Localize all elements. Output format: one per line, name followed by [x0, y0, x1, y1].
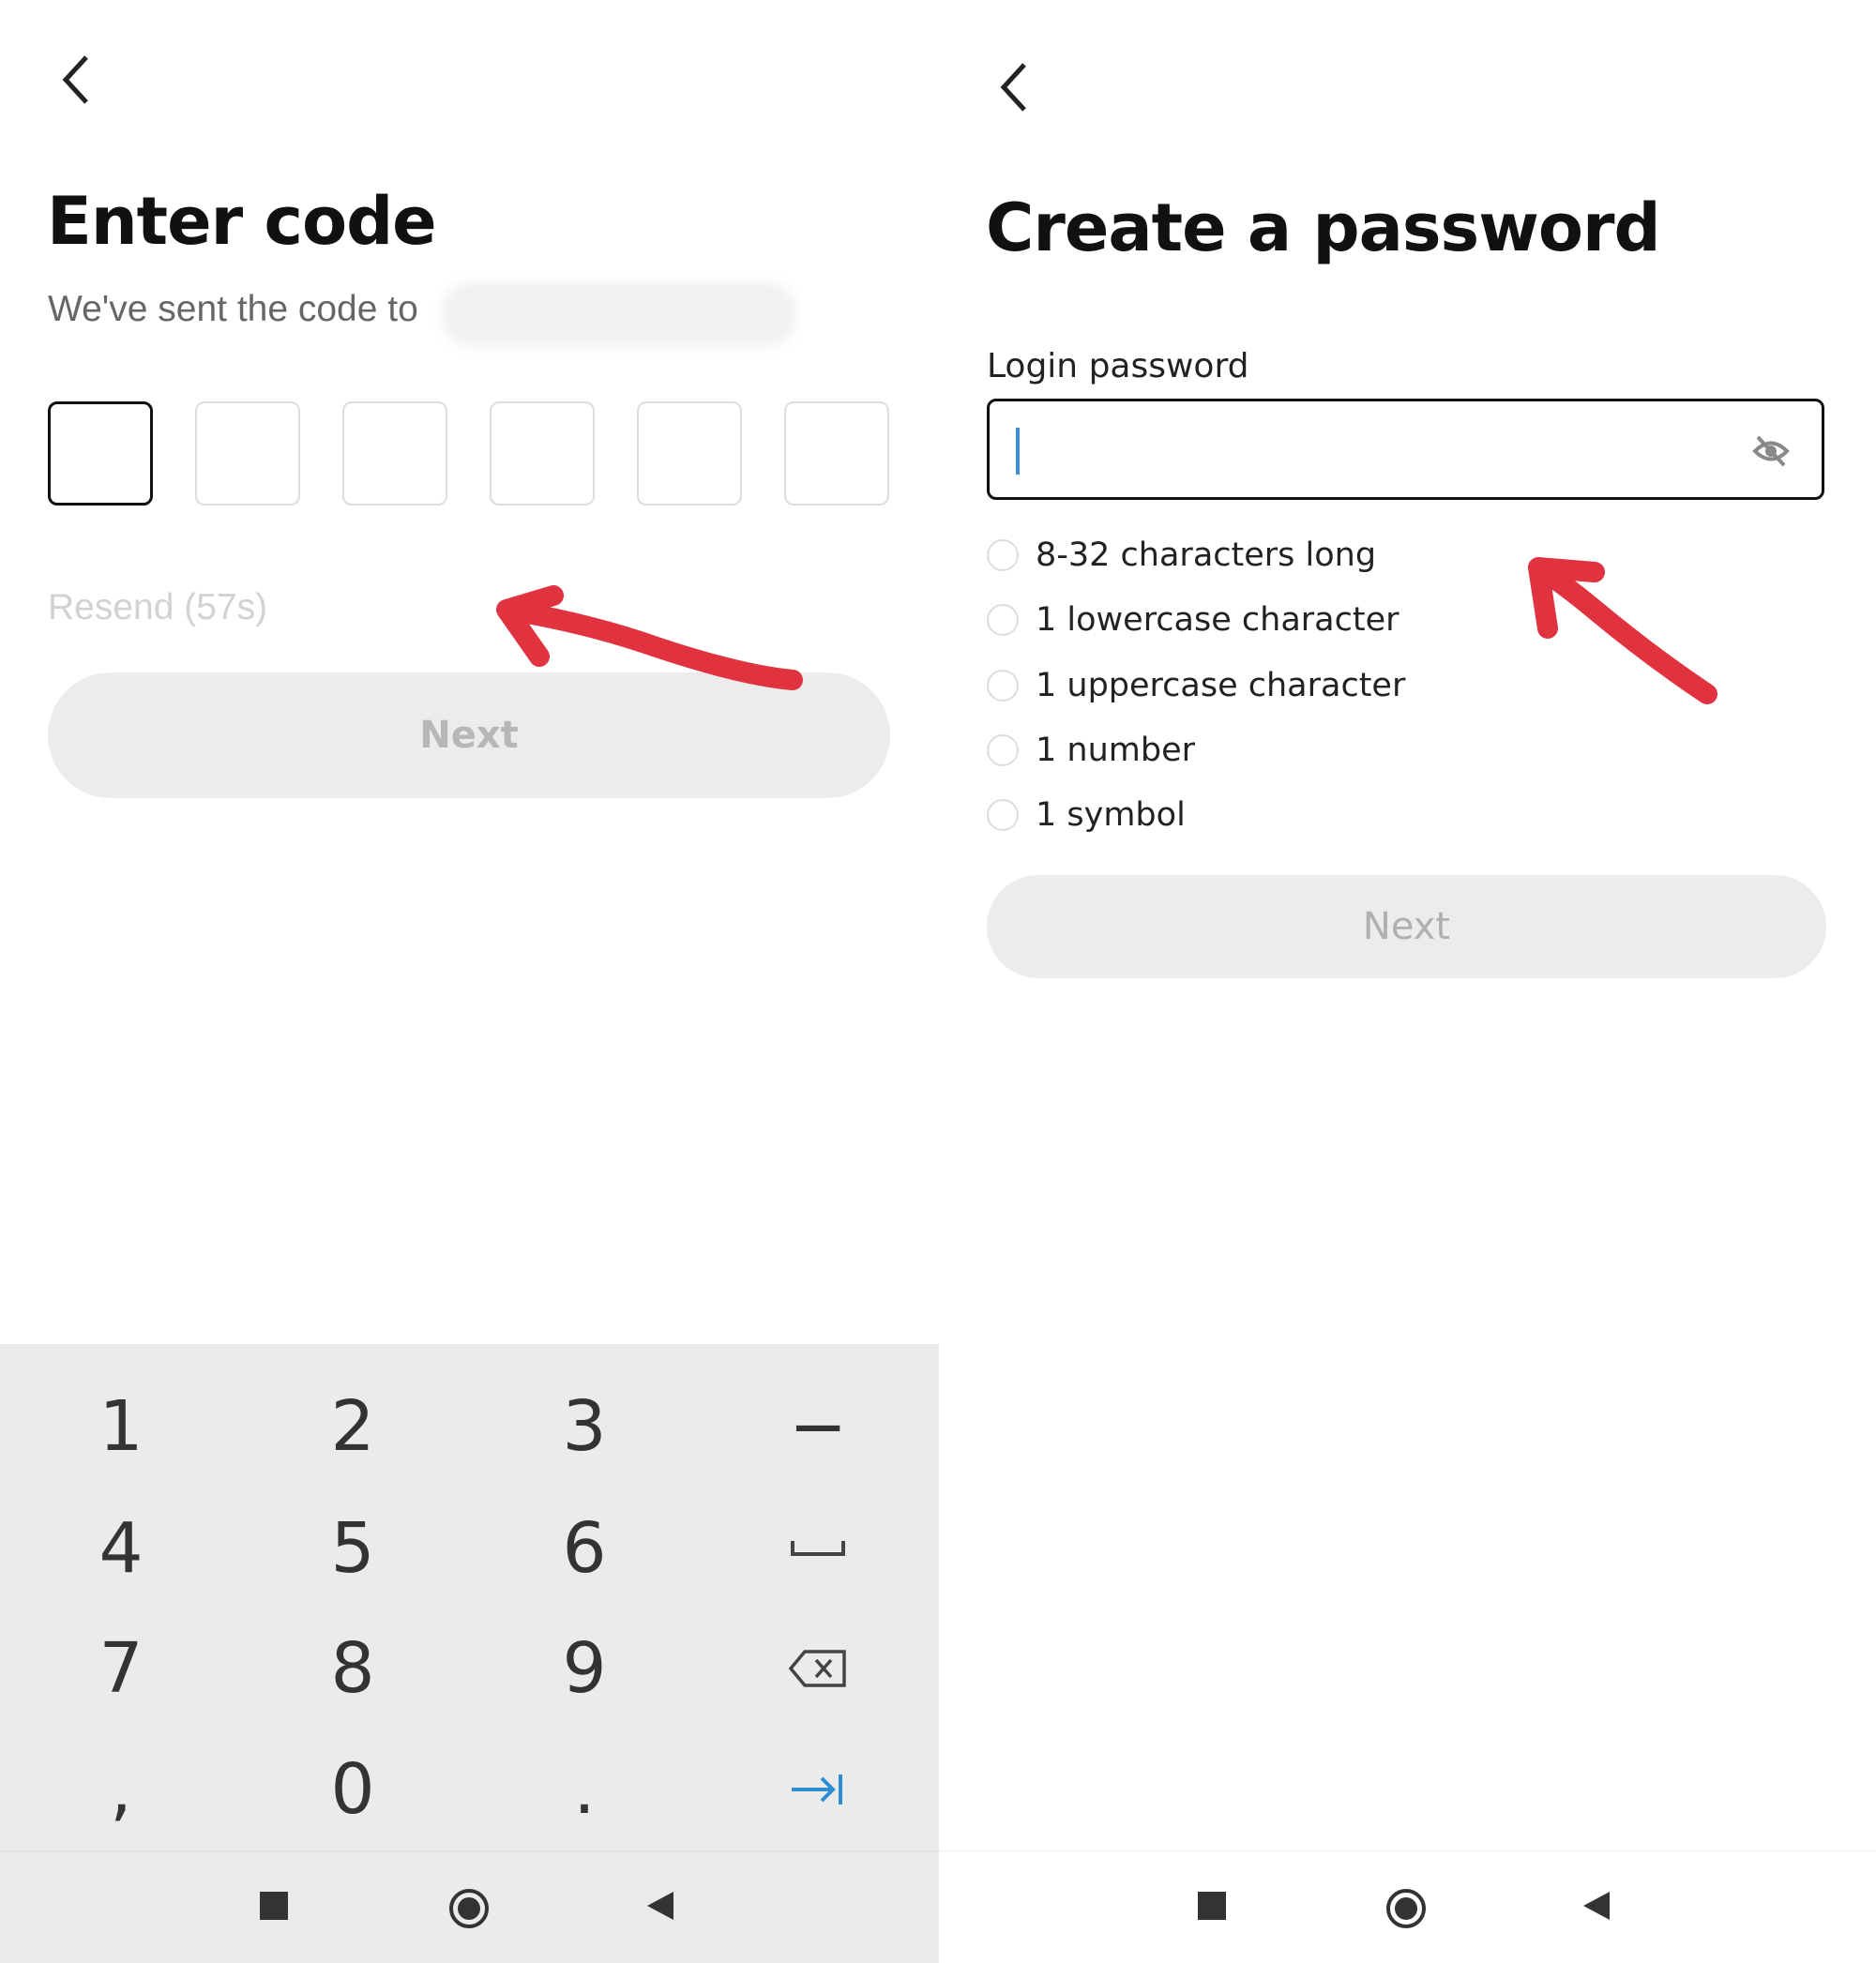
- back-triangle-icon[interactable]: [645, 1890, 675, 1922]
- key-space[interactable]: [705, 1492, 930, 1605]
- annotation-arrows: [496, 557, 1717, 704]
- key-5[interactable]: 5: [240, 1492, 465, 1605]
- key-6[interactable]: 6: [472, 1492, 697, 1605]
- key-7[interactable]: 7: [8, 1612, 234, 1725]
- key-2[interactable]: 2: [240, 1370, 465, 1483]
- annotation-arrow-right: [1528, 557, 1717, 704]
- key-4[interactable]: 4: [8, 1492, 234, 1605]
- key-period[interactable]: .: [472, 1733, 697, 1846]
- home-circle-icon[interactable]: [1384, 1887, 1428, 1930]
- back-triangle-icon[interactable]: [1581, 1890, 1611, 1922]
- key-0[interactable]: 0: [240, 1733, 465, 1846]
- key-3[interactable]: 3: [472, 1370, 697, 1483]
- key-9[interactable]: 9: [472, 1612, 697, 1725]
- key-1[interactable]: 1: [8, 1370, 234, 1483]
- home-circle-icon[interactable]: [447, 1887, 491, 1930]
- space-icon: [791, 1541, 845, 1556]
- backspace-icon: [788, 1650, 846, 1687]
- numeric-keyboard: 1 2 3 − 4 5 6 7 8 9 , 0 .: [0, 1344, 939, 1850]
- next-button[interactable]: Next: [987, 875, 1826, 978]
- tab-arrow-icon: [792, 1774, 842, 1804]
- key-tab[interactable]: [705, 1733, 930, 1846]
- recents-square-icon[interactable]: [260, 1892, 288, 1920]
- key-comma[interactable]: ,: [8, 1733, 234, 1846]
- annotation-arrow-left: [496, 585, 803, 690]
- key-backspace[interactable]: [705, 1612, 930, 1725]
- recents-square-icon[interactable]: [1198, 1892, 1226, 1920]
- key-8[interactable]: 8: [240, 1612, 465, 1725]
- key-minus[interactable]: −: [705, 1370, 930, 1483]
